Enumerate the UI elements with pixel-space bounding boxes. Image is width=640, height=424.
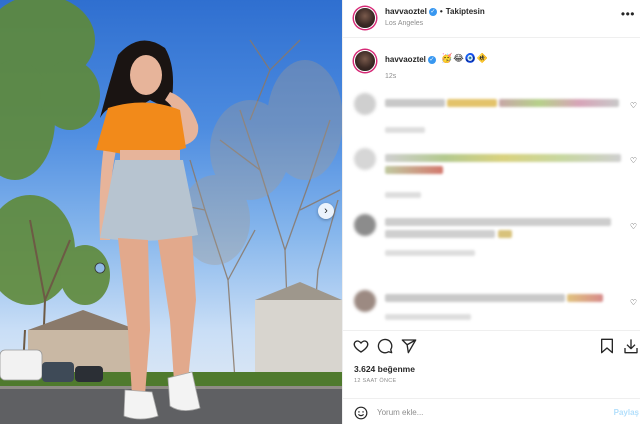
comment-icon[interactable] xyxy=(377,338,393,354)
comment-like-icon[interactable]: ♡ xyxy=(630,298,637,307)
post-time: 12 SAAT ÖNCE xyxy=(354,378,397,384)
smile-icon[interactable] xyxy=(354,406,368,420)
comment-like-icon[interactable]: ♡ xyxy=(630,156,637,165)
more-options-button[interactable]: ••• xyxy=(621,7,635,21)
comment-meta-blurred xyxy=(385,314,471,320)
download-icon[interactable] xyxy=(623,337,639,355)
verified-icon: ✓ xyxy=(427,55,436,64)
comment-item: ♡ xyxy=(343,93,640,143)
comment-item: ♡ xyxy=(343,148,640,198)
caption-time: 12s xyxy=(385,73,397,80)
post-side-panel: havvaoztel ✓ • Takiptesin Los Angeles ••• h… xyxy=(342,0,640,424)
comment-avatar[interactable] xyxy=(354,148,376,170)
post-image xyxy=(0,0,342,424)
comment-like-icon[interactable]: ♡ xyxy=(630,222,637,231)
avatar[interactable] xyxy=(354,7,376,29)
username-link[interactable]: havvaoztel xyxy=(385,7,427,16)
comment-meta-blurred xyxy=(385,127,425,133)
comment-text-blurred xyxy=(385,294,565,302)
comment-text-blurred xyxy=(385,99,445,107)
comment-text-blurred xyxy=(567,294,603,302)
caption-username[interactable]: havvaoztel xyxy=(385,55,426,64)
comment-avatar[interactable] xyxy=(354,290,376,312)
comment-text-blurred xyxy=(498,230,512,238)
caption-author[interactable]: havvaoztel ✓ xyxy=(385,55,436,64)
location-link[interactable]: Los Angeles xyxy=(385,20,423,27)
comment-input[interactable] xyxy=(377,408,577,417)
likes-count[interactable]: 3.624 beğenme xyxy=(354,364,415,374)
caption-avatar[interactable] xyxy=(354,50,376,72)
comment-text-blurred xyxy=(385,218,611,226)
comment-text-blurred xyxy=(385,154,621,162)
post-photo[interactable]: › xyxy=(0,0,342,424)
comment-text-blurred xyxy=(385,166,443,174)
post-header: havvaoztel ✓ • Takiptesin Los Angeles ••• xyxy=(343,0,640,38)
chevron-right-icon: › xyxy=(324,205,328,217)
comment-meta-blurred xyxy=(385,192,421,198)
comment-item: ♡ xyxy=(343,214,640,264)
follow-status[interactable]: Takiptesin xyxy=(446,7,485,16)
caption-text: 🥳😂🧿🚸 xyxy=(441,53,490,63)
share-icon[interactable] xyxy=(401,338,417,354)
separator-dot: • xyxy=(439,7,443,16)
next-photo-button[interactable]: › xyxy=(318,203,334,219)
comment-text-blurred xyxy=(499,99,619,107)
bookmark-icon[interactable] xyxy=(600,338,614,354)
comment-meta-blurred xyxy=(385,250,475,256)
comment-avatar[interactable] xyxy=(354,93,376,115)
heart-icon[interactable] xyxy=(353,338,369,354)
post-actions: 3.624 beğenme 12 SAAT ÖNCE Paylaş xyxy=(343,330,640,424)
comment-form: Paylaş xyxy=(343,398,640,424)
post-author: havvaoztel ✓ • Takiptesin xyxy=(385,7,485,16)
post-comment-button[interactable]: Paylaş xyxy=(614,408,639,417)
verified-icon: ✓ xyxy=(428,7,437,16)
comment-text-blurred xyxy=(385,230,495,238)
comment-text-blurred xyxy=(447,99,497,107)
comment-avatar[interactable] xyxy=(354,214,376,236)
comment-like-icon[interactable]: ♡ xyxy=(630,101,637,110)
